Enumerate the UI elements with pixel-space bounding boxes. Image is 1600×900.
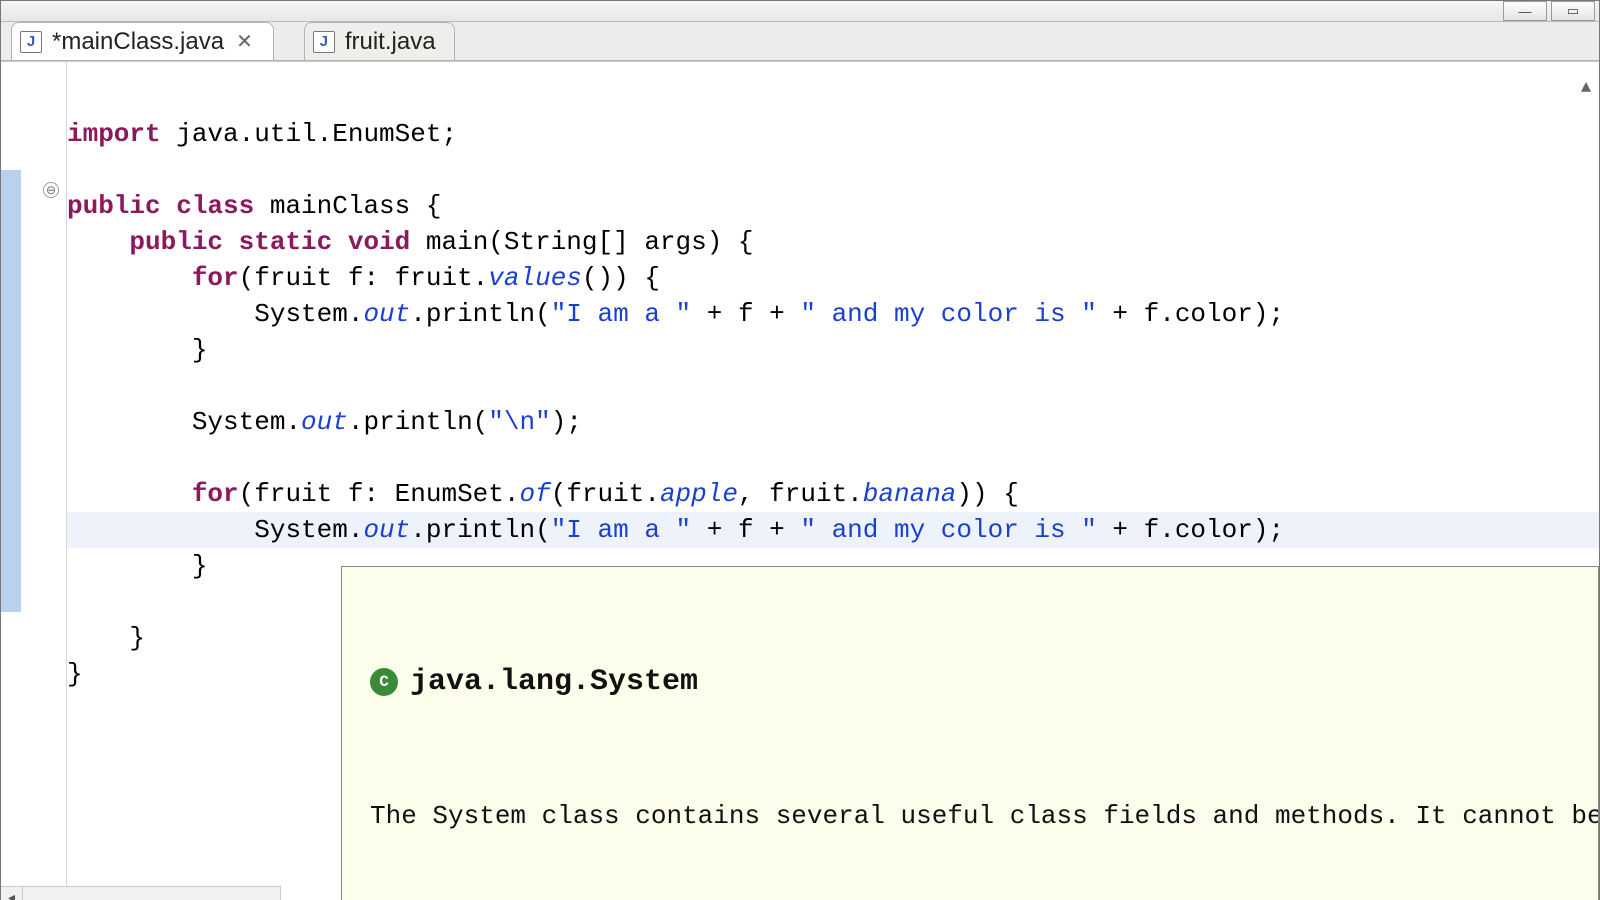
code-line: System.out.println("\n");: [67, 407, 582, 437]
tooltip-paragraph: The System class contains several useful…: [370, 797, 1570, 835]
code-line: [67, 155, 83, 185]
tab-label: fruit.java: [345, 28, 436, 56]
tab-label: *mainClass.java: [52, 28, 224, 56]
maximize-icon: ▭: [1567, 3, 1579, 19]
window-titlebar: — ▭: [1, 1, 1599, 22]
code-line: }: [67, 551, 207, 581]
window-minimize-button[interactable]: —: [1503, 1, 1547, 21]
code-line: [67, 443, 83, 473]
javadoc-hover-tooltip: C java.lang.System The System class cont…: [341, 566, 1599, 900]
code-line: public static void main(String[] args) {: [67, 227, 754, 257]
code-line: for(fruit f: fruit.values()) {: [67, 263, 660, 293]
code-line: }: [67, 659, 83, 689]
code-line: }: [67, 335, 207, 365]
editor-gutter[interactable]: ⊖: [1, 62, 67, 900]
java-file-icon: J: [313, 31, 335, 53]
tooltip-title: java.lang.System: [410, 663, 698, 701]
ide-window: — ▭ J *mainClass.java ✕ J fruit.java ⊖ i…: [0, 0, 1600, 900]
tooltip-header: C java.lang.System: [370, 663, 1570, 701]
code-editor[interactable]: import java.util.EnumSet; public class m…: [67, 62, 1599, 900]
code-line: [67, 371, 83, 401]
editor-area: ⊖ import java.util.EnumSet; public class…: [1, 61, 1599, 900]
code-line: [67, 587, 83, 617]
code-line: System.out.println("I am a " + f + " and…: [67, 299, 1284, 329]
code-line: public class mainClass {: [67, 191, 441, 221]
window-maximize-button[interactable]: ▭: [1551, 1, 1595, 21]
tab-mainclass[interactable]: J *mainClass.java ✕: [11, 22, 274, 60]
close-tab-icon[interactable]: ✕: [234, 29, 255, 54]
java-file-icon: J: [20, 31, 42, 53]
code-line: for(fruit f: EnumSet.of(fruit.apple, fru…: [67, 479, 1019, 509]
code-line: }: [67, 623, 145, 653]
tab-fruit[interactable]: J fruit.java: [304, 22, 455, 60]
scroll-left-icon[interactable]: ◂: [1, 887, 23, 900]
minimize-icon: —: [1519, 4, 1532, 19]
gutter-range-highlight: [1, 170, 21, 612]
editor-tab-bar: J *mainClass.java ✕ J fruit.java: [1, 22, 1599, 61]
horizontal-scrollbar[interactable]: ◂: [1, 886, 281, 900]
scroll-up-icon[interactable]: ▴: [1581, 70, 1591, 106]
code-line: import java.util.EnumSet;: [67, 119, 457, 149]
code-line-current: System.out.println("I am a " + f + " and…: [67, 512, 1599, 548]
fold-toggle-icon[interactable]: ⊖: [43, 182, 59, 198]
class-icon: C: [370, 668, 398, 696]
